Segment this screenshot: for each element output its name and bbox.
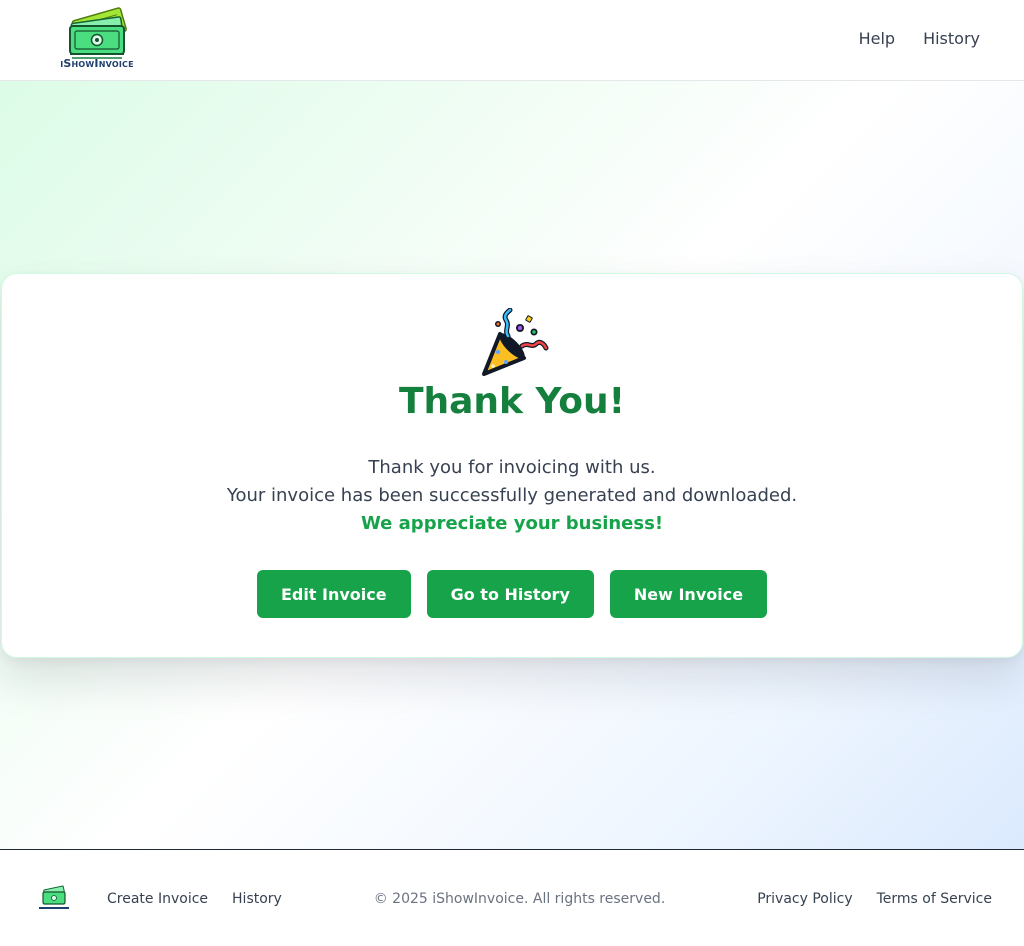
footer-nav-right: Privacy Policy Terms of Service xyxy=(757,889,992,909)
footer-privacy-policy-link[interactable]: Privacy Policy xyxy=(757,889,852,909)
site-footer: Create Invoice History © 2025 iShowInvoi… xyxy=(0,849,1024,946)
go-to-history-button[interactable]: Go to History xyxy=(426,570,594,618)
site-header: iShowInvoice Help History xyxy=(0,0,1024,81)
new-invoice-button[interactable]: New Invoice xyxy=(609,570,768,618)
success-message: Your invoice has been successfully gener… xyxy=(226,485,798,506)
edit-invoice-button[interactable]: Edit Invoice xyxy=(256,570,411,618)
thank-you-card: Thank You! Thank you for invoicing with … xyxy=(1,273,1023,658)
appreciation-message: We appreciate your business! xyxy=(360,513,664,534)
header-nav: Help History xyxy=(859,28,980,50)
nav-help-link[interactable]: Help xyxy=(859,28,895,50)
thank-you-message: Thank you for invoicing with us. xyxy=(368,457,656,478)
footer-terms-of-service-link[interactable]: Terms of Service xyxy=(877,889,992,909)
nav-history-link[interactable]: History xyxy=(923,28,980,50)
brand-name: iShowInvoice xyxy=(60,57,134,70)
page-title: Thank You! xyxy=(398,381,626,422)
main-content: Thank You! Thank you for invoicing with … xyxy=(0,81,1024,849)
party-popper-icon xyxy=(482,308,549,376)
action-buttons: Edit Invoice Go to History New Invoice xyxy=(2,570,1022,618)
